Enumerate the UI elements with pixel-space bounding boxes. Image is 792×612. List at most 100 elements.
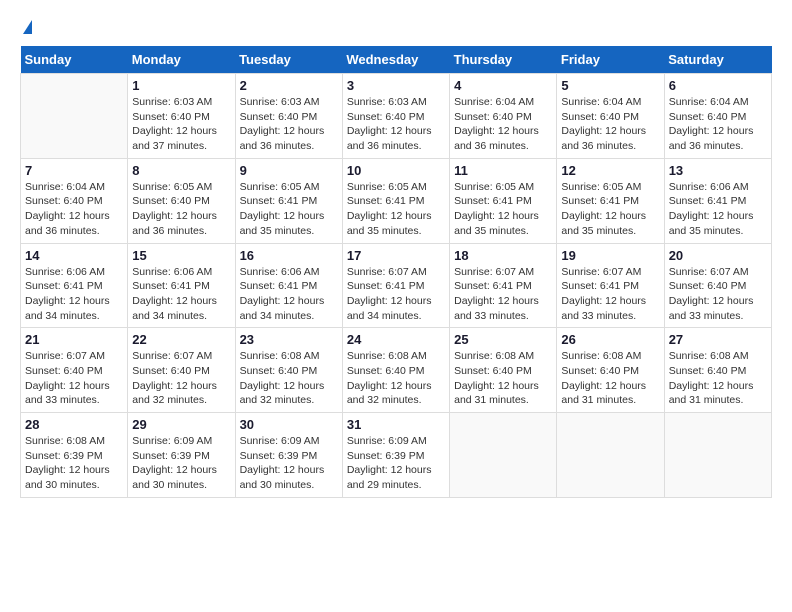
calendar-table: SundayMondayTuesdayWednesdayThursdayFrid… [20, 46, 772, 498]
day-number: 27 [669, 332, 767, 347]
calendar-cell: 6 Sunrise: 6:04 AMSunset: 6:40 PMDaylight… [664, 74, 771, 159]
calendar-cell: 22 Sunrise: 6:07 AMSunset: 6:40 PMDayligh… [128, 328, 235, 413]
day-details: Sunrise: 6:08 AMSunset: 6:40 PMDaylight:… [561, 349, 659, 408]
calendar-cell: 2 Sunrise: 6:03 AMSunset: 6:40 PMDaylight… [235, 74, 342, 159]
col-header-wednesday: Wednesday [342, 46, 449, 74]
day-number: 23 [240, 332, 338, 347]
calendar-cell: 31 Sunrise: 6:09 AMSunset: 6:39 PMDayligh… [342, 413, 449, 498]
day-number: 19 [561, 248, 659, 263]
day-details: Sunrise: 6:05 AMSunset: 6:41 PMDaylight:… [561, 180, 659, 239]
day-details: Sunrise: 6:06 AMSunset: 6:41 PMDaylight:… [240, 265, 338, 324]
calendar-cell: 9 Sunrise: 6:05 AMSunset: 6:41 PMDaylight… [235, 158, 342, 243]
day-details: Sunrise: 6:05 AMSunset: 6:41 PMDaylight:… [347, 180, 445, 239]
day-details: Sunrise: 6:05 AMSunset: 6:41 PMDaylight:… [240, 180, 338, 239]
day-details: Sunrise: 6:08 AMSunset: 6:40 PMDaylight:… [454, 349, 552, 408]
day-number: 8 [132, 163, 230, 178]
day-details: Sunrise: 6:07 AMSunset: 6:41 PMDaylight:… [561, 265, 659, 324]
calendar-cell: 17 Sunrise: 6:07 AMSunset: 6:41 PMDayligh… [342, 243, 449, 328]
day-details: Sunrise: 6:06 AMSunset: 6:41 PMDaylight:… [132, 265, 230, 324]
day-number: 25 [454, 332, 552, 347]
calendar-cell: 5 Sunrise: 6:04 AMSunset: 6:40 PMDaylight… [557, 74, 664, 159]
calendar-cell: 25 Sunrise: 6:08 AMSunset: 6:40 PMDayligh… [450, 328, 557, 413]
calendar-cell: 27 Sunrise: 6:08 AMSunset: 6:40 PMDayligh… [664, 328, 771, 413]
day-details: Sunrise: 6:08 AMSunset: 6:40 PMDaylight:… [240, 349, 338, 408]
calendar-cell: 4Sunrise: 6:04 AMSunset: 6:40 PMDaylight… [450, 74, 557, 159]
calendar-cell [21, 74, 128, 159]
day-details: Sunrise: 6:04 AMSunset: 6:40 PMDaylight:… [454, 95, 552, 154]
day-details: Sunrise: 6:03 AMSunset: 6:40 PMDaylight:… [132, 95, 230, 154]
calendar-cell: 23 Sunrise: 6:08 AMSunset: 6:40 PMDayligh… [235, 328, 342, 413]
calendar-cell: 10 Sunrise: 6:05 AMSunset: 6:41 PMDayligh… [342, 158, 449, 243]
col-header-saturday: Saturday [664, 46, 771, 74]
day-number: 2 [240, 78, 338, 93]
calendar-cell: 8 Sunrise: 6:05 AMSunset: 6:40 PMDaylight… [128, 158, 235, 243]
day-number: 17 [347, 248, 445, 263]
day-number: 24 [347, 332, 445, 347]
day-details: Sunrise: 6:03 AMSunset: 6:40 PMDaylight:… [240, 95, 338, 154]
day-number: 20 [669, 248, 767, 263]
day-number: 26 [561, 332, 659, 347]
page-header [20, 20, 772, 36]
calendar-cell: 26 Sunrise: 6:08 AMSunset: 6:40 PMDayligh… [557, 328, 664, 413]
day-number: 16 [240, 248, 338, 263]
day-number: 18 [454, 248, 552, 263]
calendar-cell: 14 Sunrise: 6:06 AMSunset: 6:41 PMDayligh… [21, 243, 128, 328]
calendar-cell [557, 413, 664, 498]
calendar-header-row: SundayMondayTuesdayWednesdayThursdayFrid… [21, 46, 772, 74]
day-number: 5 [561, 78, 659, 93]
calendar-week-row: 21 Sunrise: 6:07 AMSunset: 6:40 PMDayligh… [21, 328, 772, 413]
day-number: 31 [347, 417, 445, 432]
calendar-week-row: 7Sunrise: 6:04 AMSunset: 6:40 PMDaylight… [21, 158, 772, 243]
col-header-thursday: Thursday [450, 46, 557, 74]
day-details: Sunrise: 6:09 AMSunset: 6:39 PMDaylight:… [240, 434, 338, 493]
logo-triangle-icon [23, 20, 32, 34]
day-number: 21 [25, 332, 123, 347]
day-details: Sunrise: 6:07 AMSunset: 6:40 PMDaylight:… [132, 349, 230, 408]
day-details: Sunrise: 6:08 AMSunset: 6:40 PMDaylight:… [347, 349, 445, 408]
col-header-friday: Friday [557, 46, 664, 74]
day-number: 22 [132, 332, 230, 347]
day-details: Sunrise: 6:07 AMSunset: 6:40 PMDaylight:… [669, 265, 767, 324]
day-details: Sunrise: 6:09 AMSunset: 6:39 PMDaylight:… [347, 434, 445, 493]
calendar-cell [450, 413, 557, 498]
calendar-cell: 13 Sunrise: 6:06 AMSunset: 6:41 PMDayligh… [664, 158, 771, 243]
col-header-monday: Monday [128, 46, 235, 74]
day-number: 14 [25, 248, 123, 263]
calendar-cell: 20 Sunrise: 6:07 AMSunset: 6:40 PMDayligh… [664, 243, 771, 328]
calendar-cell: 24 Sunrise: 6:08 AMSunset: 6:40 PMDayligh… [342, 328, 449, 413]
calendar-cell: 21 Sunrise: 6:07 AMSunset: 6:40 PMDayligh… [21, 328, 128, 413]
calendar-cell: 16 Sunrise: 6:06 AMSunset: 6:41 PMDayligh… [235, 243, 342, 328]
day-details: Sunrise: 6:06 AMSunset: 6:41 PMDaylight:… [669, 180, 767, 239]
col-header-sunday: Sunday [21, 46, 128, 74]
day-number: 1 [132, 78, 230, 93]
day-details: Sunrise: 6:09 AMSunset: 6:39 PMDaylight:… [132, 434, 230, 493]
calendar-cell: 28 Sunrise: 6:08 AMSunset: 6:39 PMDayligh… [21, 413, 128, 498]
calendar-cell: 18Sunrise: 6:07 AMSunset: 6:41 PMDayligh… [450, 243, 557, 328]
day-number: 30 [240, 417, 338, 432]
day-details: Sunrise: 6:08 AMSunset: 6:40 PMDaylight:… [669, 349, 767, 408]
day-details: Sunrise: 6:07 AMSunset: 6:40 PMDaylight:… [25, 349, 123, 408]
day-number: 6 [669, 78, 767, 93]
day-number: 28 [25, 417, 123, 432]
logo [20, 20, 32, 36]
day-number: 13 [669, 163, 767, 178]
day-number: 29 [132, 417, 230, 432]
day-details: Sunrise: 6:05 AMSunset: 6:41 PMDaylight:… [454, 180, 552, 239]
day-number: 9 [240, 163, 338, 178]
calendar-week-row: 1 Sunrise: 6:03 AMSunset: 6:40 PMDaylight… [21, 74, 772, 159]
day-details: Sunrise: 6:04 AMSunset: 6:40 PMDaylight:… [669, 95, 767, 154]
calendar-week-row: 28 Sunrise: 6:08 AMSunset: 6:39 PMDayligh… [21, 413, 772, 498]
calendar-cell: 19 Sunrise: 6:07 AMSunset: 6:41 PMDayligh… [557, 243, 664, 328]
day-number: 10 [347, 163, 445, 178]
day-details: Sunrise: 6:05 AMSunset: 6:40 PMDaylight:… [132, 180, 230, 239]
calendar-cell: 12Sunrise: 6:05 AMSunset: 6:41 PMDayligh… [557, 158, 664, 243]
day-details: Sunrise: 6:03 AMSunset: 6:40 PMDaylight:… [347, 95, 445, 154]
day-details: Sunrise: 6:08 AMSunset: 6:39 PMDaylight:… [25, 434, 123, 493]
col-header-tuesday: Tuesday [235, 46, 342, 74]
calendar-cell: 30 Sunrise: 6:09 AMSunset: 6:39 PMDayligh… [235, 413, 342, 498]
day-details: Sunrise: 6:04 AMSunset: 6:40 PMDaylight:… [561, 95, 659, 154]
day-number: 3 [347, 78, 445, 93]
calendar-cell: 15Sunrise: 6:06 AMSunset: 6:41 PMDayligh… [128, 243, 235, 328]
day-details: Sunrise: 6:07 AMSunset: 6:41 PMDaylight:… [347, 265, 445, 324]
day-details: Sunrise: 6:06 AMSunset: 6:41 PMDaylight:… [25, 265, 123, 324]
